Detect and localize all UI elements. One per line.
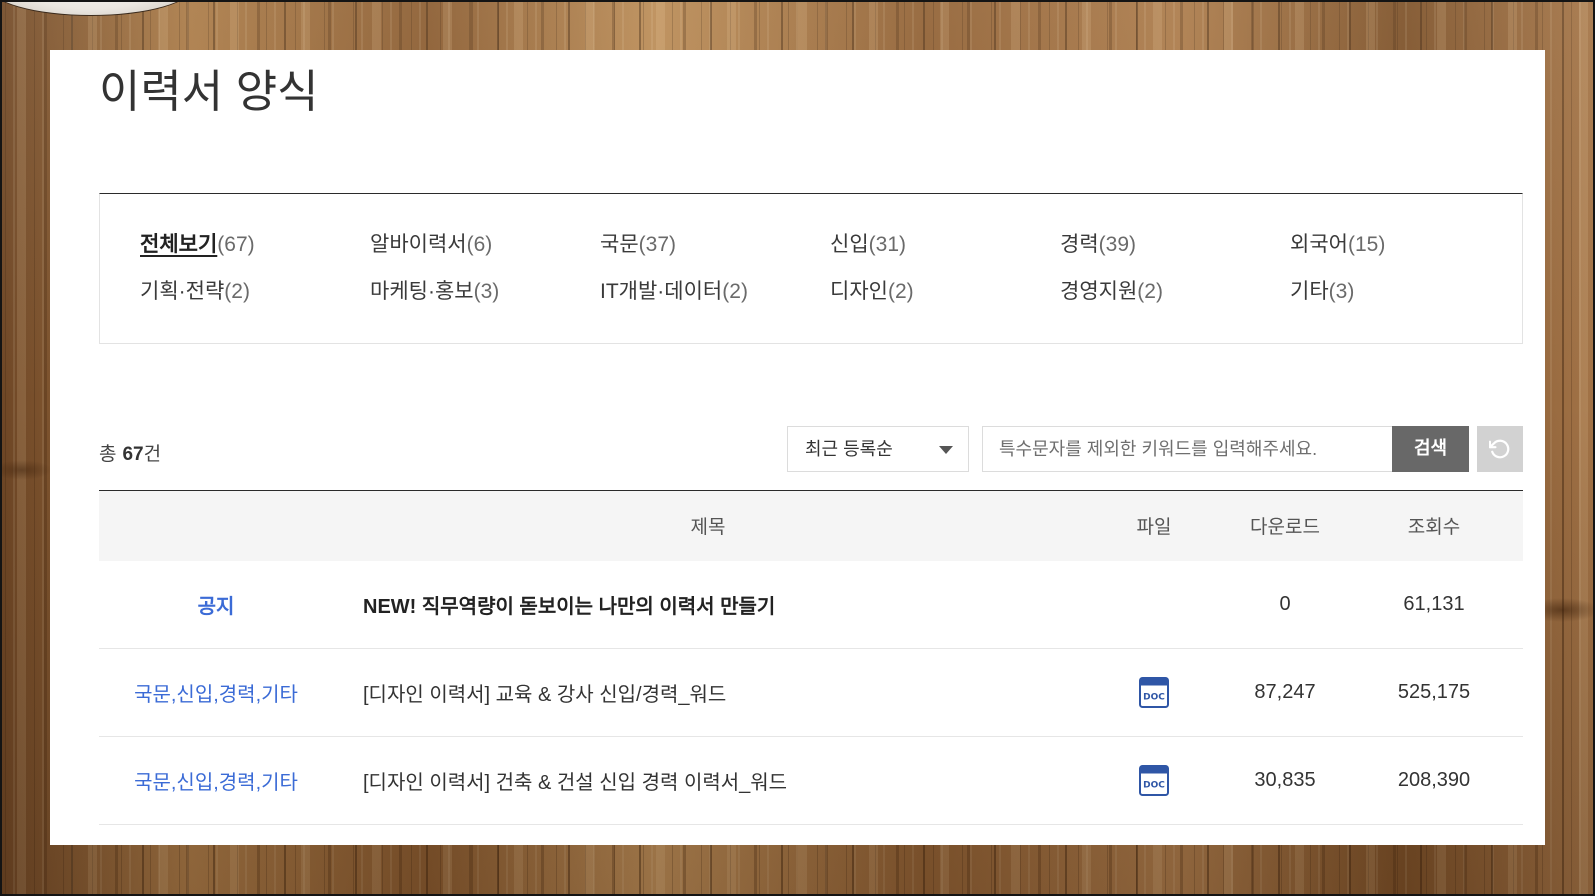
category-label: 외국어	[1290, 233, 1348, 256]
category-all[interactable]: 전체보기(67)	[140, 230, 370, 260]
sort-dropdown[interactable]: 최근 등록순	[787, 426, 969, 472]
category-count: (15)	[1347, 233, 1386, 256]
row-downloads-count: 0	[1225, 560, 1345, 649]
caret-down-icon	[939, 446, 953, 454]
row-title-link[interactable]: NEW! 직무역량이 돋보이는 나만의 이력서 만들기	[363, 596, 775, 618]
category-label: 경력	[1060, 233, 1099, 256]
row-views-count: 61,131	[1345, 560, 1523, 649]
row-title-cell: [디자인 이력서] 교육 & 강사 신입/경력_워드	[333, 648, 1083, 737]
category-label: 알바이력서	[370, 233, 467, 256]
doc-icon-label: DOC	[1143, 693, 1165, 703]
category-marketing-pr[interactable]: 마케팅·홍보(3)	[370, 277, 600, 307]
category-count: (3)	[1328, 280, 1355, 303]
category-label: 경영지원	[1060, 280, 1138, 303]
sort-selected-label: 최근 등록순	[805, 439, 893, 459]
row-title-link[interactable]: [디자인 이력서] 교육 & 강사 신입/경력_워드	[363, 684, 726, 706]
category-label: 마케팅·홍보	[370, 280, 474, 303]
category-label: 신입	[830, 233, 869, 256]
content-panel: 이력서 양식 전체보기(67) 알바이력서(6) 국문(37) 신입(31) 경…	[50, 50, 1545, 845]
resume-template-table: 제목 파일 다운로드 조회수 공지 NEW! 직무역량이 돋보이는 나만의 이력…	[99, 490, 1523, 825]
row-file-cell: DOC	[1083, 736, 1225, 825]
category-label: 전체보기	[140, 233, 218, 256]
row-downloads-count: 87,247	[1225, 648, 1345, 737]
category-count: (37)	[638, 233, 676, 256]
doc-download-link[interactable]: DOC	[1139, 677, 1169, 708]
category-experienced[interactable]: 경력(39)	[1060, 230, 1290, 260]
table-row[interactable]: 국문,신입,경력,기타 [디자인 이력서] 건축 & 건설 신입 경력 이력서_…	[99, 736, 1523, 825]
row-file-cell: DOC	[1083, 648, 1225, 737]
category-count: (6)	[466, 233, 493, 256]
category-label: 국문	[600, 233, 639, 256]
category-management-support[interactable]: 경영지원(2)	[1060, 277, 1290, 307]
category-foreign-language[interactable]: 외국어(15)	[1290, 230, 1520, 260]
refresh-icon	[1489, 439, 1510, 459]
category-count: (39)	[1098, 233, 1136, 256]
table-row[interactable]: 국문,신입,경력,기타 [디자인 이력서] 교육 & 강사 신입/경력_워드 D…	[99, 648, 1523, 737]
header-category	[99, 490, 333, 561]
category-count: (31)	[868, 233, 906, 256]
category-label: 기타	[1290, 280, 1329, 303]
row-title-cell: NEW! 직무역량이 돋보이는 나만의 이력서 만들기	[333, 560, 1083, 649]
category-design[interactable]: 디자인(2)	[830, 277, 1060, 307]
category-grid: 전체보기(67) 알바이력서(6) 국문(37) 신입(31) 경력(39) 외…	[140, 230, 1522, 307]
total-label: 총	[99, 444, 117, 465]
category-etc[interactable]: 기타(3)	[1290, 277, 1520, 307]
category-label: 기획·전략	[140, 280, 225, 303]
row-downloads-count: 30,835	[1225, 736, 1345, 825]
reset-button[interactable]	[1477, 426, 1523, 472]
table-row-notice[interactable]: 공지 NEW! 직무역량이 돋보이는 나만의 이력서 만들기 0 61,131	[99, 560, 1523, 649]
category-planning-strategy[interactable]: 기획·전략(2)	[140, 277, 370, 307]
doc-download-link[interactable]: DOC	[1139, 765, 1169, 796]
header-downloads: 다운로드	[1225, 490, 1345, 561]
row-title-cell: [디자인 이력서] 건축 & 건설 신입 경력 이력서_워드	[333, 736, 1083, 825]
category-label: 디자인	[830, 280, 888, 303]
header-file: 파일	[1083, 490, 1225, 561]
category-filter-box: 전체보기(67) 알바이력서(6) 국문(37) 신입(31) 경력(39) 외…	[99, 193, 1523, 344]
background-cup	[0, 0, 194, 16]
category-label: IT개발·데이터	[600, 280, 723, 303]
category-korean[interactable]: 국문(37)	[600, 230, 830, 260]
search-button[interactable]: 검색	[1392, 426, 1469, 472]
row-views-count: 525,175	[1345, 648, 1523, 737]
row-views-count: 208,390	[1345, 736, 1523, 825]
total-count-text: 총 67건	[99, 443, 161, 467]
row-file-cell	[1083, 560, 1225, 649]
row-category-tag: 공지	[99, 560, 333, 649]
category-count: (2)	[224, 280, 250, 303]
category-count: (2)	[887, 280, 914, 303]
category-part-time[interactable]: 알바이력서(6)	[370, 230, 600, 260]
header-title: 제목	[333, 490, 1083, 561]
category-count: (2)	[1137, 280, 1163, 303]
total-unit: 건	[143, 444, 162, 465]
table-header-row: 제목 파일 다운로드 조회수	[99, 490, 1523, 561]
category-entry-level[interactable]: 신입(31)	[830, 230, 1060, 260]
doc-icon: DOC	[1139, 677, 1169, 708]
category-count: (3)	[473, 280, 500, 303]
category-count: (67)	[217, 233, 255, 256]
header-views: 조회수	[1345, 490, 1523, 561]
row-category-tag: 국문,신입,경력,기타	[99, 736, 333, 825]
category-it-data[interactable]: IT개발·데이터(2)	[600, 277, 830, 307]
page-title: 이력서 양식	[99, 66, 319, 117]
doc-icon-label: DOC	[1143, 781, 1165, 791]
search-input[interactable]	[982, 426, 1392, 472]
row-category-tag: 국문,신입,경력,기타	[99, 648, 333, 737]
row-title-link[interactable]: [디자인 이력서] 건축 & 건설 신입 경력 이력서_워드	[363, 772, 787, 794]
total-count: 67	[122, 444, 144, 465]
category-count: (2)	[722, 280, 748, 303]
doc-icon: DOC	[1139, 765, 1169, 796]
wood-background: 이력서 양식 전체보기(67) 알바이력서(6) 국문(37) 신입(31) 경…	[0, 0, 1595, 896]
